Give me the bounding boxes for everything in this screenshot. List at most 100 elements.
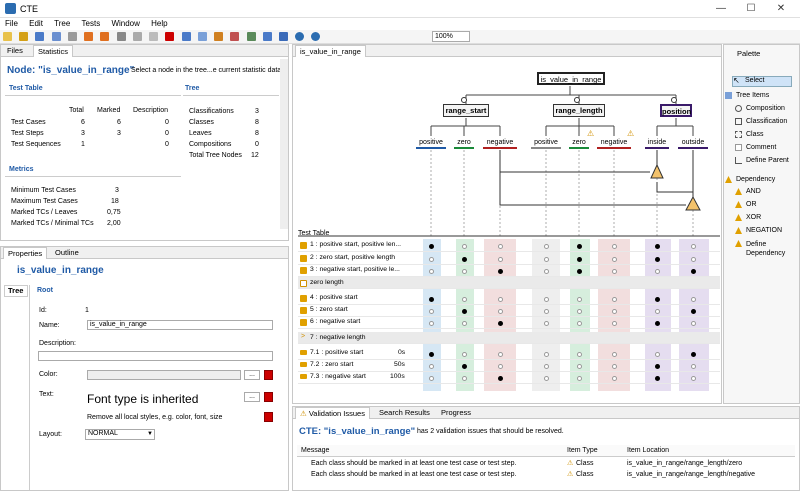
mark-filled[interactable]: [576, 256, 582, 262]
mark-empty[interactable]: [611, 363, 617, 369]
mark-filled[interactable]: [654, 243, 660, 249]
mark-empty[interactable]: [428, 375, 434, 381]
mark-empty[interactable]: [461, 375, 467, 381]
tab-progress[interactable]: Progress: [437, 407, 475, 419]
mark-empty[interactable]: [428, 363, 434, 369]
palette-and[interactable]: AND: [746, 188, 761, 195]
dependency-header[interactable]: Dependency: [736, 176, 775, 183]
mark-empty[interactable]: [543, 256, 549, 262]
class-zero[interactable]: zero: [569, 138, 589, 149]
class-zero[interactable]: zero: [454, 138, 474, 149]
mark-empty[interactable]: [543, 268, 549, 274]
mark-filled[interactable]: [690, 308, 696, 314]
palette-or[interactable]: OR: [746, 201, 757, 208]
mark-empty[interactable]: [690, 256, 696, 262]
mark-filled[interactable]: [428, 351, 434, 357]
issue-message[interactable]: Each class should be marked in at least …: [311, 471, 516, 478]
mark-filled[interactable]: [576, 268, 582, 274]
mark-empty[interactable]: [576, 308, 582, 314]
mark-empty[interactable]: [654, 268, 660, 274]
mark-empty[interactable]: [543, 375, 549, 381]
classification-range-length[interactable]: range_length: [553, 104, 605, 117]
mark-filled[interactable]: [461, 256, 467, 262]
mark-filled[interactable]: [428, 243, 434, 249]
mark-empty[interactable]: [543, 351, 549, 357]
mark-empty[interactable]: [543, 308, 549, 314]
mark-filled[interactable]: [654, 363, 660, 369]
mark-filled[interactable]: [497, 375, 503, 381]
mark-filled[interactable]: [690, 268, 696, 274]
mark-empty[interactable]: [497, 243, 503, 249]
mark-empty[interactable]: [428, 308, 434, 314]
mark-empty[interactable]: [576, 363, 582, 369]
mark-empty[interactable]: [576, 320, 582, 326]
mark-empty[interactable]: [461, 243, 467, 249]
classification-range-start[interactable]: range_start: [443, 104, 489, 117]
mark-empty[interactable]: [497, 363, 503, 369]
class-negative[interactable]: negative: [483, 138, 517, 149]
mark-filled[interactable]: [654, 320, 660, 326]
mark-empty[interactable]: [543, 243, 549, 249]
table-row-group[interactable]: [298, 277, 720, 289]
mark-empty[interactable]: [497, 256, 503, 262]
mark-empty[interactable]: [461, 320, 467, 326]
mark-empty[interactable]: [543, 363, 549, 369]
tab-search-results[interactable]: Search Results: [375, 407, 434, 419]
mark-empty[interactable]: [461, 268, 467, 274]
class-inside[interactable]: inside: [645, 138, 669, 149]
class-outside[interactable]: outside: [678, 138, 708, 149]
palette-define-parent[interactable]: Define Parent: [746, 157, 789, 164]
mark-empty[interactable]: [576, 375, 582, 381]
class-negative[interactable]: negative: [597, 138, 631, 149]
mark-empty[interactable]: [497, 351, 503, 357]
mark-empty[interactable]: [611, 320, 617, 326]
mark-empty[interactable]: [428, 320, 434, 326]
mark-filled[interactable]: [497, 268, 503, 274]
mark-filled[interactable]: [497, 320, 503, 326]
mark-empty[interactable]: [461, 351, 467, 357]
mark-empty[interactable]: [576, 351, 582, 357]
mark-filled[interactable]: [576, 243, 582, 249]
mark-filled[interactable]: [428, 296, 434, 302]
mark-empty[interactable]: [497, 308, 503, 314]
palette-composition[interactable]: Composition: [746, 105, 785, 112]
mark-empty[interactable]: [543, 296, 549, 302]
mark-empty[interactable]: [654, 308, 660, 314]
mark-empty[interactable]: [611, 351, 617, 357]
palette-define-dependency[interactable]: Define Dependency: [746, 240, 796, 258]
mark-filled[interactable]: [654, 375, 660, 381]
mark-empty[interactable]: [428, 256, 434, 262]
mark-empty[interactable]: [611, 256, 617, 262]
tab-validation-issues[interactable]: ⚠ Validation Issues: [295, 407, 370, 419]
palette-classification[interactable]: Classification: [746, 118, 787, 125]
mark-empty[interactable]: [611, 268, 617, 274]
mark-empty[interactable]: [690, 320, 696, 326]
mark-filled[interactable]: [654, 296, 660, 302]
class-positive[interactable]: positive: [531, 138, 561, 149]
mark-empty[interactable]: [543, 320, 549, 326]
mark-empty[interactable]: [654, 351, 660, 357]
mark-empty[interactable]: [611, 296, 617, 302]
mark-empty[interactable]: [611, 308, 617, 314]
mark-filled[interactable]: [461, 308, 467, 314]
mark-empty[interactable]: [428, 268, 434, 274]
mark-empty[interactable]: [461, 296, 467, 302]
mark-filled[interactable]: [654, 256, 660, 262]
mark-empty[interactable]: [690, 363, 696, 369]
mark-empty[interactable]: [497, 296, 503, 302]
palette-comment[interactable]: Comment: [746, 144, 776, 151]
palette-select[interactable]: Select: [745, 77, 764, 84]
class-positive[interactable]: positive: [416, 138, 446, 149]
mark-empty[interactable]: [690, 375, 696, 381]
mark-empty[interactable]: [611, 375, 617, 381]
palette-xor[interactable]: XOR: [746, 214, 761, 221]
root-node[interactable]: is_value_in_range: [537, 72, 605, 85]
mark-empty[interactable]: [690, 243, 696, 249]
palette-negation[interactable]: NEGATION: [746, 227, 782, 234]
mark-empty[interactable]: [690, 296, 696, 302]
mark-empty[interactable]: [611, 243, 617, 249]
classification-position[interactable]: position: [660, 104, 692, 117]
mark-filled[interactable]: [461, 363, 467, 369]
mark-empty[interactable]: [576, 296, 582, 302]
palette-class[interactable]: Class: [746, 131, 764, 138]
